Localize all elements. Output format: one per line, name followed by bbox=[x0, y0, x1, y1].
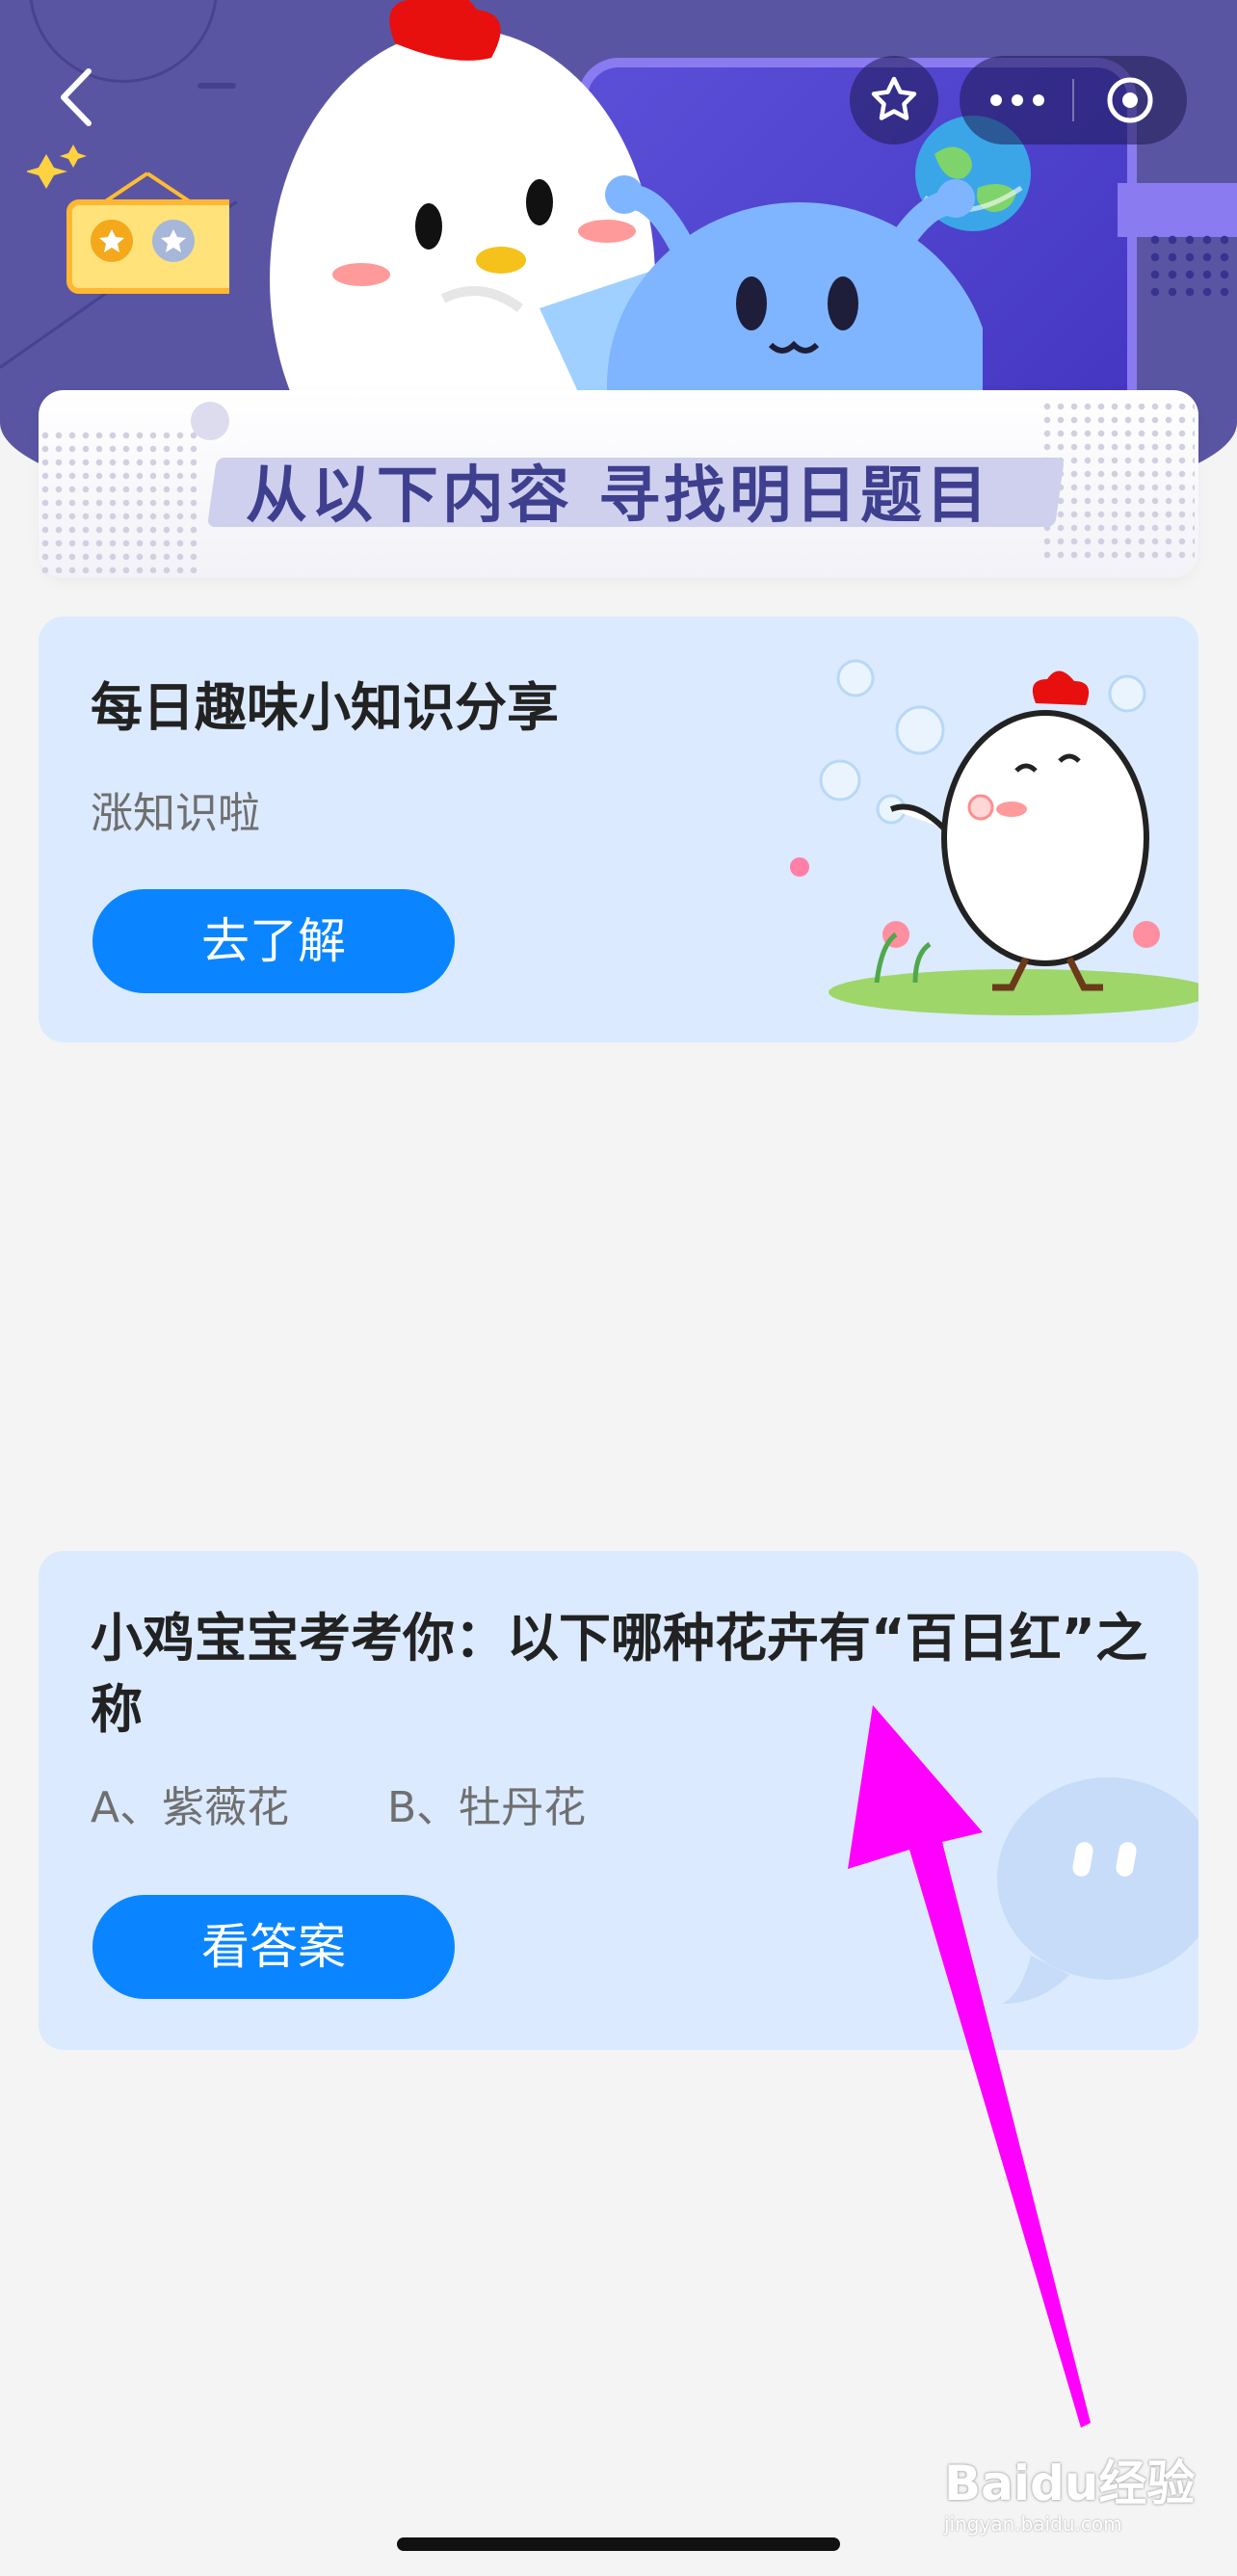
quiz-option-a: A、紫薇花 bbox=[91, 1783, 290, 1832]
card-subtitle: 涨知识啦 bbox=[91, 789, 260, 838]
deco-dash bbox=[197, 83, 236, 89]
star-icon bbox=[871, 76, 917, 120]
knowledge-card: 每日趣味小知识分享 涨知识啦 去了解 bbox=[39, 617, 1198, 1042]
quiz-option-b: B、牡丹花 bbox=[387, 1783, 587, 1832]
home-indicator[interactable] bbox=[397, 2537, 840, 2551]
close-button[interactable] bbox=[1073, 56, 1187, 145]
learn-more-button[interactable]: 去了解 bbox=[92, 889, 455, 993]
dot-grid-decoration bbox=[1146, 231, 1237, 299]
chicken-blowing-bubbles-illustration bbox=[790, 659, 1198, 1015]
more-icon bbox=[990, 94, 1044, 106]
arrow-annotation-icon bbox=[848, 1705, 1091, 2428]
more-button[interactable] bbox=[960, 56, 1073, 145]
frame-connector bbox=[1118, 183, 1237, 237]
watermark-subtext: jingyan.baidu.com bbox=[944, 2512, 1122, 2536]
banner: 从以下内容 寻找明日题目 bbox=[39, 390, 1198, 578]
baidu-jingyan-watermark: Baidu经验 jingyan.baidu.com bbox=[944, 2455, 1214, 2541]
medal-badge-icon bbox=[27, 145, 229, 294]
view-answer-button[interactable]: 看答案 bbox=[92, 1895, 455, 1999]
close-icon bbox=[1107, 77, 1153, 123]
deco-bubble bbox=[191, 402, 229, 440]
back-button[interactable] bbox=[50, 64, 108, 131]
blue-alien-mascot-illustration bbox=[540, 175, 983, 424]
banner-title: 从以下内容 寻找明日题目 bbox=[245, 460, 992, 532]
favorite-button[interactable] bbox=[850, 56, 938, 145]
watermark-text: Baidu经验 bbox=[944, 2456, 1196, 2511]
back-icon bbox=[61, 68, 92, 126]
card-title: 每日趣味小知识分享 bbox=[91, 677, 559, 738]
mini-program-capsule bbox=[960, 56, 1187, 145]
